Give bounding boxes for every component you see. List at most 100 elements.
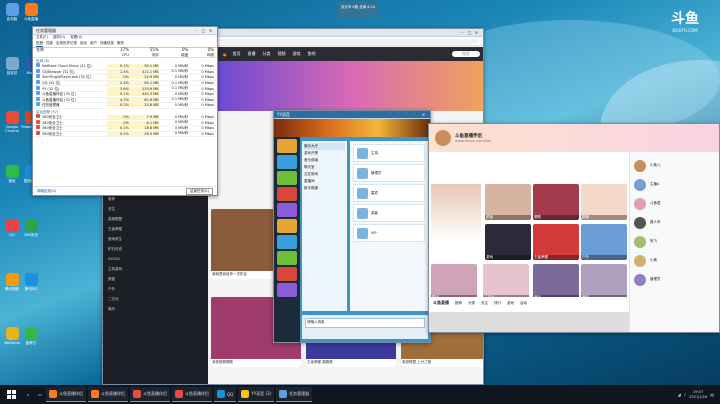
yy-user-row[interactable]: 游客 — [353, 204, 425, 222]
live-thumb[interactable]: 王者荣耀 — [533, 224, 579, 260]
nav-item[interactable]: 鱼吧 — [308, 51, 316, 57]
yy-channel-item[interactable]: 游戏开黑 — [304, 150, 345, 157]
live-nav-item[interactable]: 分类 — [468, 301, 475, 306]
taskbar-app-button[interactable]: 任务管理器 — [276, 387, 313, 402]
yy-input[interactable]: 请输入消息 — [305, 318, 425, 328]
sidebar-item[interactable]: 王者荣耀 — [108, 224, 203, 234]
yy-channel-item[interactable]: 交友房间 — [304, 171, 345, 178]
taskbar-app-button[interactable]: QQ — [214, 387, 237, 402]
taskbar-app-button[interactable]: YY语音 (3) — [238, 387, 275, 402]
nav-item[interactable]: 游戏 — [293, 51, 301, 57]
close-button[interactable]: ✕ — [473, 30, 480, 36]
site-search-input[interactable]: 搜索 — [452, 51, 480, 57]
taskbar-app-button[interactable]: 斗鱼直播伴侣 — [46, 387, 86, 402]
tm-column-header[interactable]: 0% 磁盘 — [159, 47, 188, 57]
live-nav-item[interactable]: 排行 — [494, 301, 501, 306]
tm-tab[interactable]: 应用历史记录 — [56, 41, 77, 47]
live-nav-item[interactable]: 活动 — [520, 301, 527, 306]
yy-channel-item[interactable]: 聊天室 — [304, 164, 345, 171]
desktop-icon[interactable]: Google Chrome — [2, 111, 22, 133]
yy-user-row[interactable]: 管理员 — [353, 164, 425, 182]
live-thumb[interactable]: 跳舞 — [581, 184, 627, 220]
close-button[interactable]: ✕ — [420, 112, 427, 118]
friend-item[interactable]: 路人甲 — [634, 213, 717, 232]
taskbar-app-button[interactable]: 斗鱼直播伴侣 — [88, 387, 128, 402]
yy-channel-item[interactable]: 娱乐大厅 — [304, 143, 345, 150]
end-task-button[interactable]: 结束任务(E) — [186, 187, 213, 195]
yy-tool-icon[interactable] — [277, 251, 297, 265]
friend-item[interactable]: 小美 — [634, 251, 717, 270]
friend-item[interactable]: 小鱼儿 — [634, 156, 717, 175]
notification-icon[interactable]: ▤ — [710, 392, 714, 397]
close-button[interactable]: ✕ — [207, 28, 214, 34]
tm-tab[interactable]: 详细信息 — [100, 41, 114, 47]
network-icon[interactable]: ◢ — [678, 392, 681, 397]
sidebar-item[interactable]: 炉石传说 — [108, 244, 203, 254]
live-nav-item[interactable]: 游戏 — [507, 301, 514, 306]
desktop-icon[interactable]: 爱奇艺 — [21, 327, 41, 345]
tm-tab[interactable]: 启动 — [80, 41, 87, 47]
sidebar-item[interactable]: DOTA2 — [108, 254, 203, 264]
yy-tool-icon[interactable] — [277, 171, 297, 185]
desktop-icon[interactable]: 腾讯视频 — [2, 273, 22, 291]
desktop-icon[interactable]: 微信 — [2, 165, 22, 183]
live-thumb[interactable]: 音乐 — [533, 264, 579, 300]
yy-tool-icon[interactable] — [277, 139, 297, 153]
sidebar-item[interactable]: 英雄联盟 — [108, 214, 203, 224]
task-view-icon[interactable]: ▭ — [34, 392, 46, 397]
live-thumb[interactable]: 聊天 — [431, 264, 477, 300]
yy-tool-icon[interactable] — [277, 219, 297, 233]
sidebar-item[interactable]: 关注 — [108, 204, 203, 214]
volume-icon[interactable]: ♪ — [684, 392, 687, 397]
sidebar-item[interactable]: 颜值 — [108, 274, 203, 284]
nav-item[interactable]: 直播 — [248, 51, 256, 57]
desktop-icon[interactable]: 斗鱼直播 — [21, 3, 41, 21]
clock-date[interactable]: 2021/1/18 — [689, 395, 707, 400]
douyu-site-logo[interactable]: ● — [223, 52, 227, 57]
nav-item[interactable]: 视频 — [278, 51, 286, 57]
yy-user-row[interactable]: VIP — [353, 224, 425, 242]
live-thumb[interactable]: 唱歌 — [533, 184, 579, 220]
nav-item[interactable]: 分类 — [263, 51, 271, 57]
live-thumb[interactable]: 游戏 — [485, 224, 531, 260]
sidebar-item[interactable]: 二次元 — [108, 294, 203, 304]
yy-channel-item[interactable]: 新手频道 — [304, 185, 345, 192]
taskbar-app-button[interactable]: 斗鱼直播伴侣 — [172, 387, 212, 402]
tm-column-header[interactable]: 0% 网络 — [188, 47, 214, 57]
friend-item[interactable]: 主播A — [634, 175, 717, 194]
yy-user-row[interactable]: 主持 — [353, 144, 425, 162]
desktop-icon[interactable]: 腾讯QQ — [21, 273, 41, 291]
minimize-button[interactable]: – — [193, 28, 200, 34]
nav-item[interactable]: 首页 — [233, 51, 241, 57]
maximize-button[interactable]: □ — [466, 30, 473, 36]
live-nav-item[interactable]: 关注 — [481, 301, 488, 306]
search-icon[interactable]: ⌕ — [22, 392, 34, 397]
friend-item[interactable]: 阿飞 — [634, 232, 717, 251]
yy-tool-icon[interactable] — [277, 267, 297, 281]
sidebar-item[interactable]: 绝地求生 — [108, 234, 203, 244]
minimize-button[interactable]: – — [459, 30, 466, 36]
tm-column-header[interactable]: 名称 — [36, 47, 107, 57]
yy-user-row[interactable]: 嘉宾 — [353, 184, 425, 202]
tm-tab[interactable]: 性能 — [46, 41, 53, 47]
yy-tool-icon[interactable] — [277, 203, 297, 217]
sidebar-item[interactable]: 户外 — [108, 284, 203, 294]
desktop-icon[interactable]: 回收站 — [2, 57, 22, 75]
maximize-button[interactable]: □ — [200, 28, 207, 34]
taskbar-app-button[interactable]: 斗鱼直播伴侣 — [130, 387, 170, 402]
live-brand[interactable]: 斗鱼直播 — [433, 300, 449, 306]
sidebar-item[interactable]: 娱乐 — [108, 304, 203, 314]
yy-tool-icon[interactable] — [277, 187, 297, 201]
sidebar-item[interactable]: 主机游戏 — [108, 264, 203, 274]
live-thumb[interactable]: 二次元 — [483, 264, 529, 300]
friend-item[interactable]: 管理员 — [634, 270, 717, 289]
desktop-icon[interactable]: WeGame — [2, 327, 22, 345]
live-thumb[interactable]: 户外 — [581, 224, 627, 260]
yy-tool-icon[interactable] — [277, 235, 297, 249]
tm-column-header[interactable]: 55% 内存 — [129, 47, 159, 57]
yy-tool-icon[interactable] — [277, 283, 297, 297]
tm-column-header[interactable]: 17% CPU — [107, 47, 129, 57]
yy-channel-item[interactable]: 直播间 — [304, 178, 345, 185]
live-thumb[interactable]: 颜值 — [485, 184, 531, 220]
desktop-icon[interactable]: QQ — [2, 219, 22, 237]
